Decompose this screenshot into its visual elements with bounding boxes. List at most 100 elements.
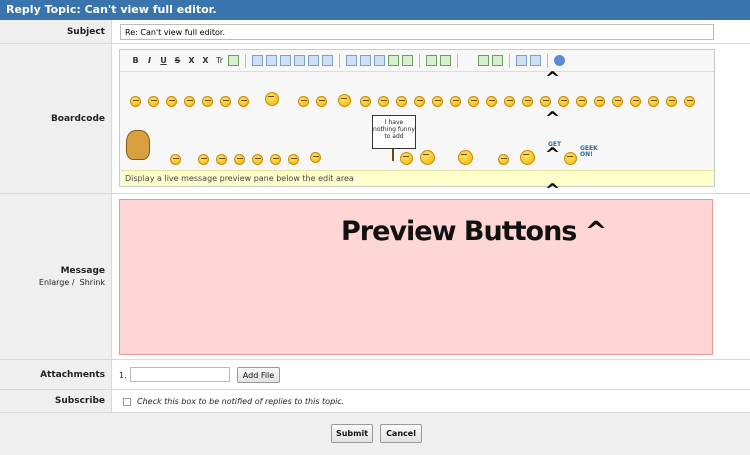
smiley-icon[interactable] (420, 150, 435, 165)
numbered-list-icon[interactable] (266, 55, 277, 66)
align-left-icon[interactable] (280, 55, 291, 66)
smiley-icon[interactable] (288, 154, 299, 165)
enlarge-link[interactable]: Enlarge (39, 278, 69, 287)
subject-input[interactable] (120, 24, 714, 40)
smiley-icon[interactable] (202, 96, 213, 107)
nothing-funny-sign-icon[interactable]: I have nothing funny to add (372, 115, 416, 149)
smiley-icon[interactable] (298, 96, 309, 107)
form-actions: Submit Cancel (0, 413, 750, 455)
table-icon[interactable] (426, 55, 437, 66)
smiley-icon[interactable] (432, 96, 443, 107)
toolbar-divider (509, 53, 510, 68)
email-icon[interactable] (402, 55, 413, 66)
smiley-icon[interactable] (198, 154, 209, 165)
toolbar-divider (339, 53, 340, 68)
smiley-icon[interactable] (414, 96, 425, 107)
add-file-button[interactable]: Add File (237, 367, 280, 383)
subscribe-row: Subscribe Check this box to be notified … (0, 390, 750, 413)
message-label: Message Enlarge / Shrink (0, 194, 112, 359)
code-icon[interactable] (360, 55, 371, 66)
smiley-icon[interactable] (666, 96, 677, 107)
preview-side-icon[interactable] (530, 55, 541, 66)
typewriter-button[interactable]: Tr (214, 55, 225, 66)
smiley-icon[interactable] (558, 96, 569, 107)
smiley-icon[interactable] (170, 154, 181, 165)
picture-icon[interactable] (492, 55, 503, 66)
image-icon[interactable] (374, 55, 385, 66)
smiley-icon[interactable] (360, 96, 371, 107)
smiley-icon[interactable] (265, 92, 279, 106)
smiley-icon[interactable] (220, 96, 231, 107)
smiley-icon[interactable] (270, 154, 281, 165)
smiley-icon[interactable] (316, 96, 327, 107)
smiley-icon[interactable] (166, 96, 177, 107)
subscribe-checkbox[interactable] (123, 398, 131, 406)
toolbar-divider (457, 53, 458, 68)
spoiler-icon[interactable] (440, 55, 451, 66)
preview-below-icon[interactable] (516, 55, 527, 66)
smiley-icon[interactable] (130, 96, 141, 107)
annotation-caret: ^ (545, 108, 561, 129)
smiley-icon[interactable] (486, 96, 497, 107)
attachment-index: 1. (119, 371, 127, 380)
shrink-link[interactable]: Shrink (80, 278, 105, 287)
smiley-icon[interactable] (378, 96, 389, 107)
underline-button[interactable]: U (158, 55, 169, 66)
smiley-icon[interactable] (184, 96, 195, 107)
smiley-icon[interactable] (498, 154, 509, 165)
smiley-icon[interactable] (504, 96, 515, 107)
link-icon[interactable] (388, 55, 399, 66)
file-input[interactable] (130, 367, 230, 382)
smiley-icon[interactable] (148, 96, 159, 107)
smiley-icon[interactable] (612, 96, 623, 107)
italic-button[interactable]: I (144, 55, 155, 66)
smiley-icon[interactable] (522, 96, 533, 107)
strike-button[interactable]: S (172, 55, 183, 66)
smiley-icon[interactable] (338, 94, 351, 107)
smiley-icon[interactable] (450, 96, 461, 107)
smiley-icon[interactable] (630, 96, 641, 107)
cancel-button[interactable]: Cancel (380, 424, 422, 443)
justify-icon[interactable] (322, 55, 333, 66)
smiley-icon[interactable] (396, 96, 407, 107)
smiley-icon[interactable] (458, 150, 473, 165)
smiley-icon[interactable] (238, 96, 249, 107)
smiley-icon[interactable] (520, 150, 535, 165)
boardcode-row: Boardcode B I U S X X Tr I have nothing … (0, 44, 750, 201)
toolbar-divider (547, 53, 548, 68)
boardcode-label: Boardcode (0, 44, 112, 193)
smiley-icon[interactable] (564, 152, 577, 165)
smiley-icon[interactable] (234, 154, 245, 165)
help-icon[interactable] (554, 55, 565, 66)
smiley-icon[interactable] (594, 96, 605, 107)
attachments-label: Attachments (0, 360, 112, 389)
submit-button[interactable]: Submit (331, 424, 373, 443)
ebay-icon[interactable] (464, 55, 475, 66)
smiley-icon[interactable] (576, 96, 587, 107)
annotation-caret: ^ (545, 144, 561, 165)
color-icon[interactable] (228, 55, 239, 66)
smiley-icon[interactable] (400, 152, 413, 165)
smiley-icon[interactable] (216, 154, 227, 165)
preview-hint: Display a live message preview pane belo… (121, 170, 713, 185)
toolbar-divider (419, 53, 420, 68)
smiley-icon[interactable] (648, 96, 659, 107)
bullet-list-icon[interactable] (252, 55, 263, 66)
smiley-icon[interactable] (310, 152, 321, 163)
subscript-button[interactable]: X (186, 55, 197, 66)
smiley-icon[interactable] (684, 96, 695, 107)
film-icon[interactable] (478, 55, 489, 66)
smiley-icon[interactable] (540, 96, 551, 107)
align-right-icon[interactable] (308, 55, 319, 66)
bold-button[interactable]: B (130, 55, 141, 66)
message-row: Message Enlarge / Shrink Preview Buttons… (0, 194, 750, 360)
superscript-button[interactable]: X (200, 55, 211, 66)
preview-buttons-annotation: Preview Buttons ^ (341, 216, 607, 247)
smiley-icon[interactable] (468, 96, 479, 107)
dog-smiley-icon[interactable] (126, 130, 150, 160)
align-center-icon[interactable] (294, 55, 305, 66)
subject-label: Subject (0, 20, 112, 43)
subscribe-text: Check this box to be notified of replies… (137, 397, 345, 406)
smiley-icon[interactable] (252, 154, 263, 165)
quote-icon[interactable] (346, 55, 357, 66)
